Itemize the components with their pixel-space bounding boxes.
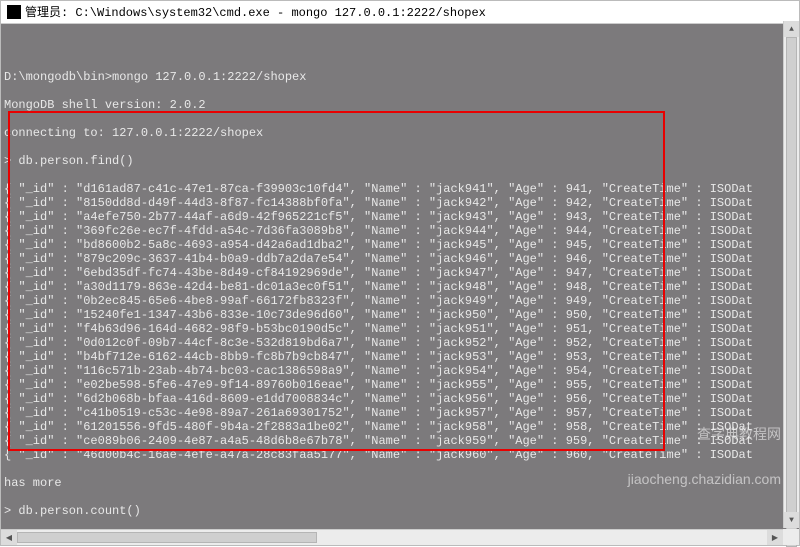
scrollbar-track[interactable] xyxy=(17,530,767,545)
result-row: { "_id" : "15240fe1-1347-43b6-833e-10c73… xyxy=(4,308,796,322)
blank-line xyxy=(4,42,796,56)
vertical-scrollbar[interactable]: ▲ ▼ xyxy=(783,21,799,528)
result-row: { "_id" : "a4efe750-2b77-44af-a6d9-42f96… xyxy=(4,210,796,224)
scroll-down-icon[interactable]: ▼ xyxy=(784,512,799,528)
result-row: { "_id" : "a30d1179-863e-42d4-be81-dc01a… xyxy=(4,280,796,294)
result-row: { "_id" : "61201556-9fd5-480f-9b4a-2f288… xyxy=(4,420,796,434)
horizontal-scrollbar[interactable]: ◀ ▶ xyxy=(1,529,783,545)
result-row: { "_id" : "bd8600b2-5a8c-4693-a954-d42a6… xyxy=(4,238,796,252)
terminal-output[interactable]: D:\mongodb\bin>mongo 127.0.0.1:2222/shop… xyxy=(1,24,799,545)
titlebar[interactable]: 管理员: C:\Windows\system32\cmd.exe - mongo… xyxy=(1,1,799,24)
result-row: { "_id" : "f4b63d96-164d-4682-98f9-b53bc… xyxy=(4,322,796,336)
result-row: { "_id" : "8150dd8d-d49f-44d3-8f87-fc143… xyxy=(4,196,796,210)
query-count: > db.person.count() xyxy=(4,504,796,518)
result-row: { "_id" : "116c571b-23ab-4b74-bc03-cac13… xyxy=(4,364,796,378)
scrollbar-corner xyxy=(783,529,799,545)
result-row: { "_id" : "6d2b068b-bfaa-416d-8609-e1dd7… xyxy=(4,392,796,406)
result-row: { "_id" : "46d00b4c-16ae-4efe-a47a-28c83… xyxy=(4,448,796,462)
scrollbar-thumb[interactable] xyxy=(786,37,797,547)
connecting-line: connecting to: 127.0.0.1:2222/shopex xyxy=(4,126,796,140)
result-row: { "_id" : "0d012c0f-09b7-44cf-8c3e-532d8… xyxy=(4,336,796,350)
scroll-right-icon[interactable]: ▶ xyxy=(767,530,783,545)
cmd-icon xyxy=(7,5,21,19)
result-row: { "_id" : "ce089b06-2409-4e87-a4a5-48d6b… xyxy=(4,434,796,448)
result-row: { "_id" : "c41b0519-c53c-4e98-89a7-261a6… xyxy=(4,406,796,420)
console-window: 管理员: C:\Windows\system32\cmd.exe - mongo… xyxy=(0,0,800,546)
result-row: { "_id" : "d161ad87-c41c-47e1-87ca-f3990… xyxy=(4,182,796,196)
result-rows: { "_id" : "d161ad87-c41c-47e1-87ca-f3990… xyxy=(4,182,796,462)
result-row: { "_id" : "0b2ec845-65e6-4be8-99af-66172… xyxy=(4,294,796,308)
has-more: has more xyxy=(4,476,796,490)
result-row: { "_id" : "b4bf712e-6162-44cb-8bb9-fc8b7… xyxy=(4,350,796,364)
cmd-line: D:\mongodb\bin>mongo 127.0.0.1:2222/shop… xyxy=(4,70,796,84)
query-find: > db.person.find() xyxy=(4,154,796,168)
result-row: { "_id" : "879c209c-3637-41b4-b0a9-ddb7a… xyxy=(4,252,796,266)
shell-version-line: MongoDB shell version: 2.0.2 xyxy=(4,98,796,112)
title-text: 管理员: C:\Windows\system32\cmd.exe - mongo… xyxy=(25,3,486,20)
result-row: { "_id" : "e02be598-5fe6-47e9-9f14-89760… xyxy=(4,378,796,392)
scroll-up-icon[interactable]: ▲ xyxy=(784,21,799,37)
scroll-left-icon[interactable]: ◀ xyxy=(1,530,17,545)
result-row: { "_id" : "369fc26e-ec7f-4fdd-a54c-7d36f… xyxy=(4,224,796,238)
scrollbar-thumb-h[interactable] xyxy=(17,532,317,543)
result-row: { "_id" : "6ebd35df-fc74-43be-8d49-cf841… xyxy=(4,266,796,280)
